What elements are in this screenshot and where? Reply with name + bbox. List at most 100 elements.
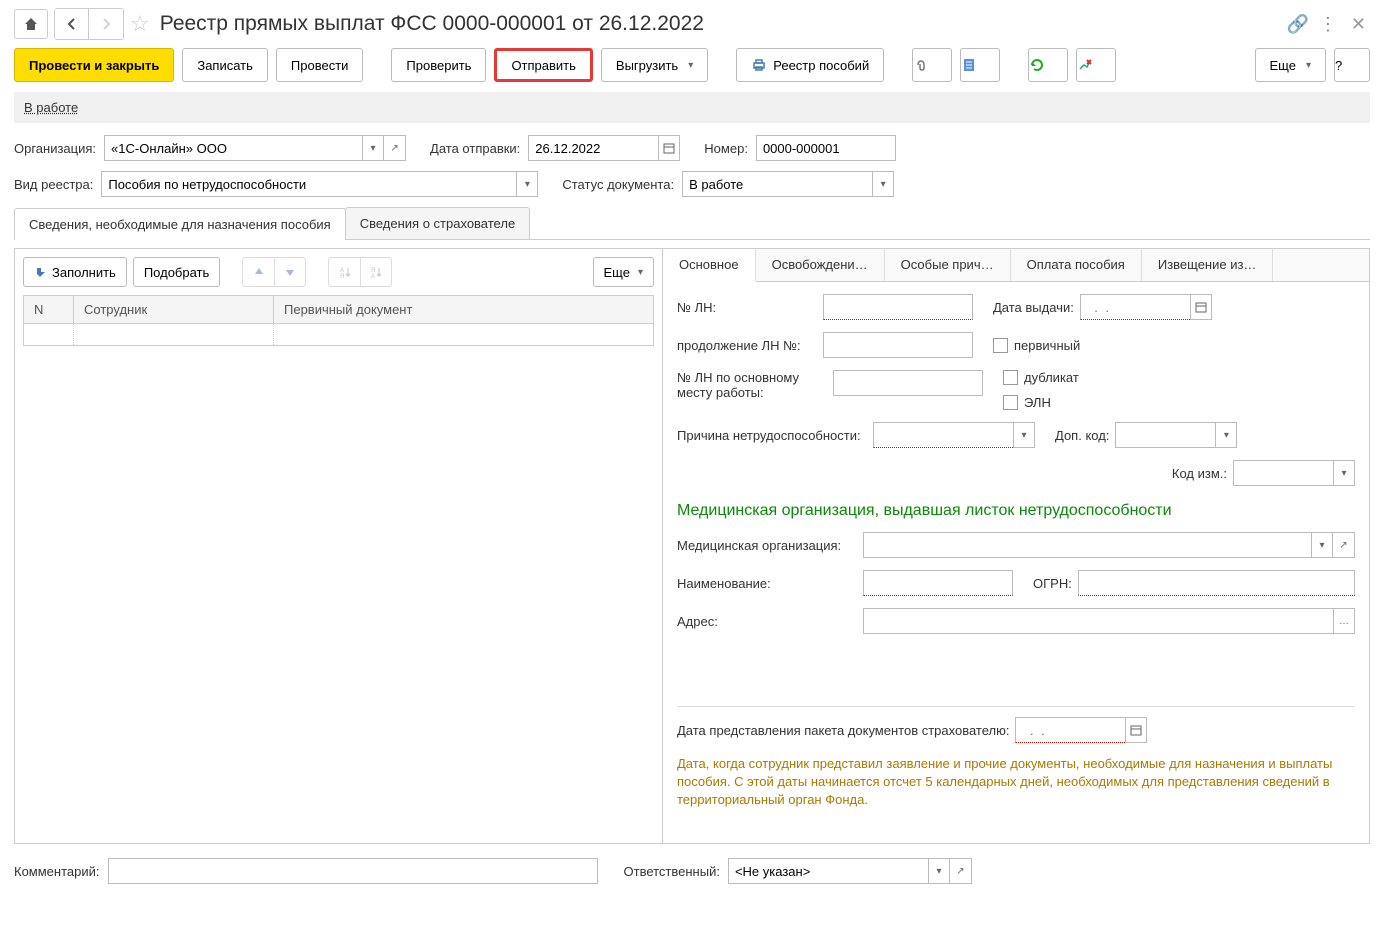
employee-table: N Сотрудник Первичный документ <box>23 295 654 346</box>
left-panel: Заполнить Подобрать АЯ ЯА <box>15 249 663 843</box>
duplicate-checkbox-item[interactable]: дубликат <box>1003 370 1079 385</box>
issue-date-combo <box>1080 294 1212 320</box>
submit-date-input[interactable] <box>1015 717 1125 743</box>
sort-asc-button[interactable]: АЯ <box>328 257 360 287</box>
send-date-calendar-btn[interactable] <box>658 135 680 161</box>
doc-list-button[interactable] <box>960 48 1000 82</box>
eln-checkbox[interactable] <box>1003 395 1018 410</box>
help-button[interactable]: ? <box>1334 48 1370 82</box>
issue-date-input[interactable] <box>1080 294 1190 320</box>
move-down-button[interactable] <box>274 257 306 287</box>
favorite-star-icon[interactable]: ☆ <box>130 11 150 37</box>
check-button[interactable]: Проверить <box>391 48 486 82</box>
save-button[interactable]: Записать <box>182 48 268 82</box>
status-link[interactable]: В работе <box>24 100 78 115</box>
responsible-open-btn[interactable]: ↗ <box>950 858 972 884</box>
fill-arrow-icon <box>34 265 48 279</box>
duplicate-label: дубликат <box>1024 370 1079 385</box>
more-button[interactable]: Еще <box>1255 48 1326 82</box>
doc-status-input[interactable] <box>682 171 872 197</box>
issue-date-cal-btn[interactable] <box>1190 294 1212 320</box>
attach-button[interactable] <box>912 48 952 82</box>
org-input[interactable] <box>104 135 362 161</box>
reg-type-input[interactable] <box>101 171 516 197</box>
address-input[interactable] <box>863 608 1333 634</box>
cancel-post-button[interactable] <box>1076 48 1116 82</box>
table-row[interactable] <box>24 324 654 346</box>
col-primary-doc[interactable]: Первичный документ <box>274 296 654 324</box>
move-up-button[interactable] <box>242 257 274 287</box>
calendar-icon <box>663 142 675 154</box>
responsible-dropdown-btn[interactable]: ▾ <box>928 858 950 884</box>
move-group <box>242 257 306 287</box>
pick-button[interactable]: Подобрать <box>133 257 220 287</box>
reason-dropdown-btn[interactable]: ▾ <box>1013 422 1035 448</box>
registry-button[interactable]: Реестр пособий <box>736 48 884 82</box>
submit-date-cal-btn[interactable] <box>1125 717 1147 743</box>
link-icon[interactable]: 🔗 <box>1286 14 1308 35</box>
med-org-open-btn[interactable]: ↗ <box>1333 532 1355 558</box>
primary-checkbox-item[interactable]: первичный <box>993 338 1080 353</box>
post-and-close-button[interactable]: Провести и закрыть <box>14 48 174 82</box>
home-button[interactable] <box>14 9 48 39</box>
send-date-label: Дата отправки: <box>430 141 520 156</box>
send-date-input[interactable] <box>528 135 658 161</box>
send-button[interactable]: Отправить <box>494 48 592 82</box>
inner-tab-main[interactable]: Основное <box>663 249 756 282</box>
doc-status-dropdown-btn[interactable]: ▾ <box>872 171 894 197</box>
col-employee[interactable]: Сотрудник <box>74 296 274 324</box>
kebab-menu-icon[interactable]: ⋮ <box>1319 14 1337 35</box>
forward-button[interactable] <box>89 9 123 39</box>
left-more-button[interactable]: Еще <box>593 257 654 287</box>
inner-tab-payment[interactable]: Оплата пособия <box>1011 249 1142 281</box>
inner-tab-special[interactable]: Особые прич… <box>885 249 1011 281</box>
col-n[interactable]: N <box>24 296 74 324</box>
tab-insurer[interactable]: Сведения о страхователе <box>345 207 530 239</box>
change-code-dropdown-btn[interactable]: ▾ <box>1333 460 1355 486</box>
paperclip-icon <box>913 57 929 73</box>
close-button[interactable]: ✕ <box>1347 14 1370 35</box>
responsible-input[interactable] <box>728 858 928 884</box>
med-org-input[interactable] <box>863 532 1311 558</box>
number-input[interactable] <box>756 135 896 161</box>
inner-tab-release[interactable]: Освобождени… <box>756 249 885 281</box>
org-dropdown-btn[interactable]: ▾ <box>362 135 384 161</box>
ogrn-input[interactable] <box>1078 570 1355 596</box>
cont-ln-input[interactable] <box>823 332 973 358</box>
primary-checkbox[interactable] <box>993 338 1008 353</box>
main-ln-input[interactable] <box>833 370 983 396</box>
ln-no-input[interactable] <box>823 294 973 320</box>
fill-button[interactable]: Заполнить <box>23 257 127 287</box>
post-button[interactable]: Провести <box>276 48 364 82</box>
address-more-btn[interactable]: … <box>1333 608 1355 634</box>
main-split: Заполнить Подобрать АЯ ЯА <box>14 248 1370 844</box>
change-code-input[interactable] <box>1233 460 1333 486</box>
back-button[interactable] <box>55 9 89 39</box>
eln-checkbox-item[interactable]: ЭЛН <box>1003 395 1079 410</box>
duplicate-checkbox[interactable] <box>1003 370 1018 385</box>
name-input[interactable] <box>863 570 1013 596</box>
comment-input[interactable] <box>108 858 598 884</box>
inner-tab-notice[interactable]: Извещение из… <box>1142 249 1274 281</box>
reg-type-dropdown-btn[interactable]: ▾ <box>516 171 538 197</box>
arrow-right-icon <box>99 17 113 31</box>
home-icon <box>23 16 39 32</box>
address-label: Адрес: <box>677 614 857 629</box>
left-toolbar: Заполнить Подобрать АЯ ЯА <box>23 257 654 287</box>
arrow-up-icon <box>253 266 265 278</box>
document-icon <box>961 57 977 73</box>
export-button[interactable]: Выгрузить <box>601 48 708 82</box>
tab-info[interactable]: Сведения, необходимые для назначения пос… <box>14 208 346 240</box>
reason-input[interactable] <box>873 422 1013 448</box>
add-code-dropdown-btn[interactable]: ▾ <box>1215 422 1237 448</box>
change-code-row: Код изм.: ▾ <box>677 460 1355 486</box>
org-open-btn[interactable]: ↗ <box>384 135 406 161</box>
sort-desc-button[interactable]: ЯА <box>360 257 392 287</box>
med-org-dropdown-btn[interactable]: ▾ <box>1311 532 1333 558</box>
responsible-combo: ▾ ↗ <box>728 858 972 884</box>
status-bar: В работе <box>14 92 1370 123</box>
med-org-label: Медицинская организация: <box>677 538 857 553</box>
footer-row: Комментарий: Ответственный: ▾ ↗ <box>14 858 1370 884</box>
refresh-button[interactable] <box>1028 48 1068 82</box>
add-code-input[interactable] <box>1115 422 1215 448</box>
